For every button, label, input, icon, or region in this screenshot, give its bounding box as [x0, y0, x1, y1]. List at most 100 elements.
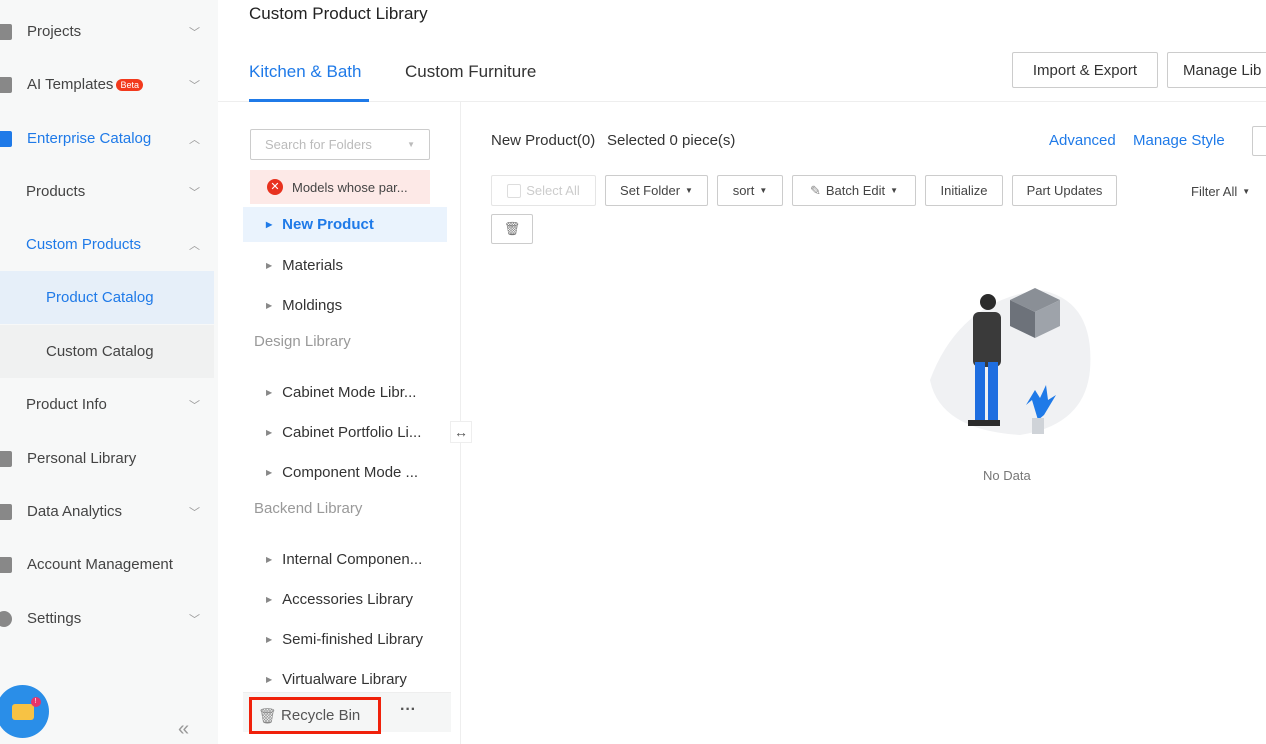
- label: Internal Componen...: [282, 551, 423, 568]
- ai-template-icon: [0, 76, 12, 93]
- manage-lib-button[interactable]: Manage Lib: [1167, 52, 1266, 88]
- folder-cabinet-portfolio[interactable]: ▶ Cabinet Portfolio Li...: [243, 415, 447, 450]
- sidebar-item-enterprise-catalog[interactable]: Enterprise Catalog ︿: [0, 112, 214, 165]
- design-library-header: Design Library: [254, 333, 351, 350]
- chart-icon: [0, 503, 12, 520]
- sort-dropdown[interactable]: sort ▼: [717, 175, 783, 206]
- caret-right-icon: ▶: [266, 428, 273, 437]
- tab-custom-furniture[interactable]: Custom Furniture: [405, 62, 536, 82]
- gear-icon: [0, 610, 12, 627]
- recycle-bin-button[interactable]: 🗑 Recycle Bin: [249, 697, 381, 734]
- empty-illustration: [920, 280, 1095, 449]
- filter-all-dropdown[interactable]: Filter All ▼: [1191, 184, 1250, 200]
- label: New Product: [282, 216, 374, 233]
- more-options-button[interactable]: ···: [400, 701, 416, 719]
- sidebar-item-custom-catalog[interactable]: Custom Catalog: [0, 325, 214, 378]
- sidebar-item-data-analytics[interactable]: Data Analytics ﹀: [0, 485, 214, 538]
- folder-semi-finished[interactable]: ▶ Semi-finished Library: [243, 622, 447, 657]
- batch-edit-dropdown[interactable]: ✎ Batch Edit ▼: [792, 175, 916, 206]
- chevron-up-icon: ︿: [189, 133, 200, 146]
- import-export-button[interactable]: Import & Export: [1012, 52, 1158, 88]
- chevron-down-icon: ﹀: [189, 26, 200, 39]
- folder-icon: [0, 23, 12, 40]
- chat-button[interactable]: !: [0, 685, 49, 738]
- initialize-button[interactable]: Initialize: [925, 175, 1003, 206]
- folder-cabinet-mode[interactable]: ▶ Cabinet Mode Libr...: [243, 375, 447, 410]
- select-all-checkbox[interactable]: Select All: [491, 175, 596, 206]
- empty-state-text: No Data: [983, 468, 1031, 483]
- selected-count: Selected 0 piece(s): [607, 132, 736, 149]
- caret-down-icon: ▼: [1242, 187, 1251, 196]
- caret-right-icon: ▶: [266, 301, 273, 310]
- error-text: Models whose par...: [292, 179, 408, 195]
- part-updates-button[interactable]: Part Updates: [1012, 175, 1117, 206]
- box-icon: [0, 450, 12, 467]
- chevron-down-icon: ﹀: [189, 613, 200, 626]
- view-toggle-button[interactable]: [1252, 126, 1266, 156]
- folder-new-product[interactable]: ▶ New Product: [243, 207, 447, 242]
- collapse-sidebar-icon[interactable]: «: [178, 718, 189, 741]
- beta-badge: Beta: [116, 79, 143, 92]
- label: Materials: [282, 257, 344, 274]
- label: Cabinet Portfolio Li...: [282, 424, 422, 441]
- edit-icon: ✎: [809, 182, 821, 198]
- chat-icon: !: [11, 696, 41, 720]
- sidebar-item-projects[interactable]: Projects ﹀: [0, 5, 214, 58]
- caret-right-icon: ▶: [266, 388, 273, 397]
- label: sort: [732, 183, 755, 198]
- label: Semi-finished Library: [282, 631, 424, 648]
- caret-right-icon: ▶: [266, 468, 273, 477]
- caret-down-icon: ▼: [685, 186, 693, 195]
- caret-right-icon: ▶: [266, 261, 273, 270]
- notification-badge: !: [30, 696, 41, 707]
- label: Recycle Bin: [281, 707, 361, 724]
- folder-component-mode[interactable]: ▶ Component Mode ...: [243, 455, 447, 490]
- folder-internal-components[interactable]: ▶ Internal Componen...: [243, 542, 447, 577]
- folder-moldings[interactable]: ▶ Moldings: [243, 288, 447, 323]
- label: Cabinet Mode Libr...: [282, 384, 417, 401]
- chevron-down-icon: ﹀: [189, 506, 200, 519]
- label: Moldings: [282, 297, 343, 314]
- label: Select All: [526, 183, 580, 198]
- product-count: New Product(0): [491, 132, 596, 149]
- chevron-up-icon: ︿: [189, 239, 200, 252]
- user-icon: [0, 556, 12, 573]
- sidebar: Projects ﹀ AI Templates Beta ﹀ Enterprise C…: [0, 0, 218, 744]
- caret-right-icon: ▶: [266, 220, 273, 229]
- caret-down-icon: ▼: [759, 186, 768, 195]
- crown-icon: [0, 130, 12, 147]
- folder-materials[interactable]: ▶ Materials: [243, 248, 447, 283]
- sidebar-item-product-info[interactable]: Product Info ﹀: [0, 378, 214, 431]
- caret-right-icon: ▶: [266, 635, 273, 644]
- chevron-down-icon: ﹀: [189, 79, 200, 92]
- set-folder-dropdown[interactable]: Set Folder ▼: [605, 175, 708, 206]
- placeholder: Search for Folders: [265, 137, 372, 152]
- chevron-down-icon: ﹀: [189, 399, 200, 412]
- caret-right-icon: ▶: [266, 595, 273, 604]
- sidebar-item-custom-products[interactable]: Custom Products ︿: [0, 218, 214, 271]
- sidebar-item-products[interactable]: Products ﹀: [0, 165, 214, 218]
- label: Batch Edit: [825, 183, 886, 198]
- label: Virtualware Library: [282, 671, 407, 688]
- checkbox-icon: [507, 183, 522, 198]
- sidebar-item-settings[interactable]: Settings ﹀: [0, 592, 214, 645]
- tab-kitchen-bath[interactable]: Kitchen & Bath: [249, 62, 361, 82]
- backend-library-header: Backend Library: [254, 500, 363, 517]
- label: Set Folder: [620, 183, 681, 198]
- folder-search-input[interactable]: Search for Folders ▼: [250, 129, 430, 160]
- trash-icon: 🗑: [258, 707, 278, 725]
- chevron-down-icon: ﹀: [189, 186, 200, 199]
- folder-accessories[interactable]: ▶ Accessories Library: [243, 582, 447, 617]
- error-icon: ✕: [267, 179, 283, 195]
- delete-button[interactable]: 🗑: [491, 214, 533, 244]
- sidebar-item-ai-templates[interactable]: AI Templates Beta ﹀: [0, 58, 214, 111]
- resize-handle[interactable]: ↔: [450, 421, 472, 443]
- advanced-link[interactable]: Advanced: [1049, 132, 1116, 149]
- sidebar-item-account-management[interactable]: Account Management: [0, 538, 214, 591]
- page-title: Custom Product Library: [249, 4, 428, 23]
- caret-down-icon: ▼: [890, 186, 899, 195]
- manage-style-link[interactable]: Manage Style: [1133, 132, 1225, 149]
- label: Component Mode ...: [282, 464, 419, 481]
- sidebar-item-personal-library[interactable]: Personal Library: [0, 432, 214, 485]
- sidebar-item-product-catalog[interactable]: Product Catalog: [0, 271, 214, 324]
